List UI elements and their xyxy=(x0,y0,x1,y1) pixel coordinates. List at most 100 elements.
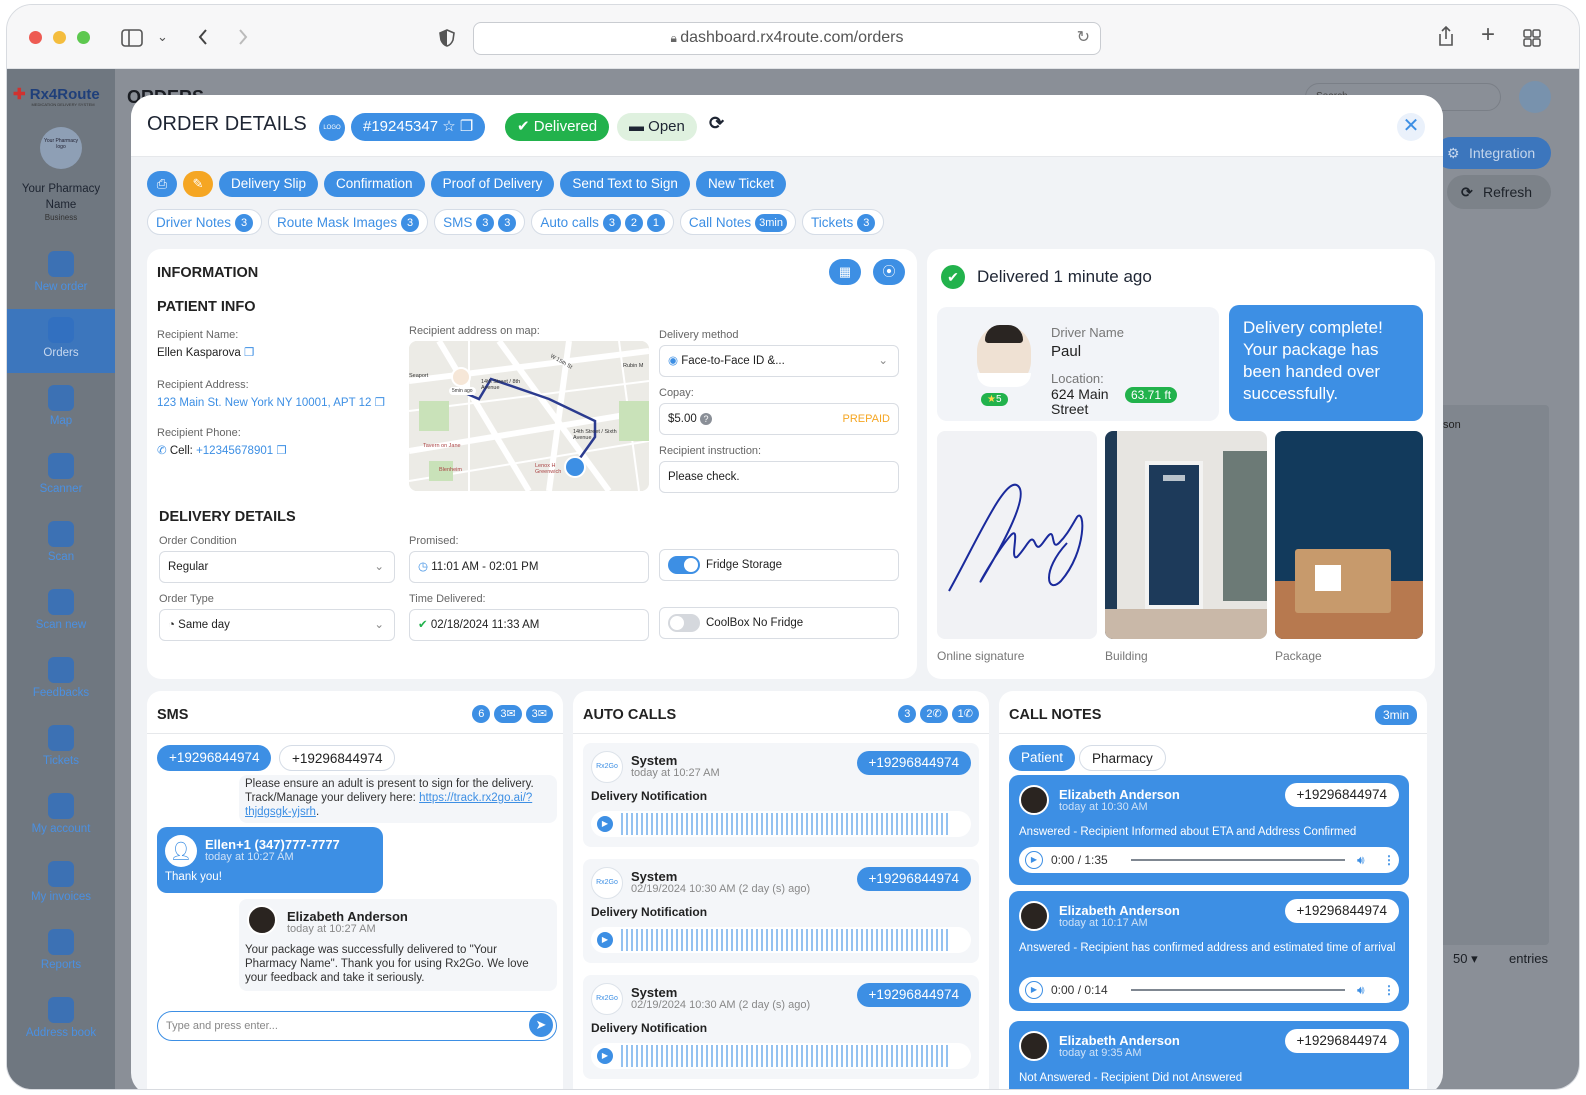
star-icon[interactable]: ☆ xyxy=(442,118,455,135)
sidebar-item-orders[interactable]: Orders xyxy=(7,309,115,373)
sidebar-item-scan-new[interactable]: Scan new xyxy=(7,581,115,645)
close-window-button[interactable] xyxy=(29,31,42,44)
copy-icon[interactable]: ❐ xyxy=(276,445,286,457)
help-icon[interactable]: ? xyxy=(699,413,712,425)
copy-icon[interactable]: ❐ xyxy=(375,397,385,409)
fridge-storage-toggle[interactable]: Fridge Storage xyxy=(659,549,899,581)
reload-icon[interactable]: ↻ xyxy=(1077,23,1090,53)
audio-waveform[interactable] xyxy=(621,929,951,951)
audio-waveform[interactable] xyxy=(621,1045,951,1067)
address-bar[interactable]: 🔒︎ dashboard.rx4route.com/orders ↻ xyxy=(473,22,1101,55)
audio-progress[interactable] xyxy=(1131,989,1345,991)
integration-button[interactable]: ⚙ Integration xyxy=(1435,137,1551,169)
tab-patient[interactable]: Patient xyxy=(1009,745,1076,771)
sidebar-item-address-book[interactable]: Address book xyxy=(7,989,115,1053)
call-phone-badge[interactable]: +19296844974 xyxy=(1284,1029,1399,1053)
play-icon[interactable]: ▶ xyxy=(1025,981,1043,999)
volume-icon[interactable]: 🔊︎ xyxy=(1357,847,1365,873)
play-icon[interactable]: ▶ xyxy=(597,1048,613,1064)
tab-pharmacy[interactable]: Pharmacy xyxy=(1079,745,1166,771)
entries-select[interactable]: 50 ▾ xyxy=(1453,951,1478,967)
recipient-address[interactable]: 123 Main St. New York NY 10001, APT 12 ❐ xyxy=(157,395,385,409)
sidebar-toggle-icon[interactable] xyxy=(121,29,143,47)
minimize-window-button[interactable] xyxy=(53,31,66,44)
delivery-slip-button[interactable]: Delivery Slip xyxy=(219,171,319,197)
sidebar-item-scan[interactable]: Scan xyxy=(7,513,115,577)
location-pin-icon[interactable]: ⦿ xyxy=(873,259,905,285)
forward-icon[interactable] xyxy=(237,28,249,46)
audio-player[interactable]: ▶ xyxy=(591,927,971,953)
cell-number[interactable]: +12345678901 xyxy=(196,445,273,457)
tab-overview-icon[interactable] xyxy=(1523,29,1541,47)
copy-icon[interactable]: ❐ xyxy=(244,347,254,359)
package-photo[interactable] xyxy=(1275,431,1423,639)
chevron-down-icon[interactable]: ⌄ xyxy=(157,29,168,45)
audio-waveform[interactable] xyxy=(621,813,951,835)
audio-player[interactable]: ▶ xyxy=(591,811,971,837)
copay-field[interactable]: $5.00 ? PREPAID xyxy=(659,403,899,435)
print-icon[interactable]: ⎙ xyxy=(147,171,177,197)
tab-call-notes[interactable]: Call Notes 3min xyxy=(679,209,796,235)
edit-icon[interactable]: ✎ xyxy=(183,171,213,197)
sidebar-item-tickets[interactable]: Tickets xyxy=(7,717,115,781)
recipient-map[interactable]: 5min ago W 15th St Rubin M 14th Street /… xyxy=(409,341,649,491)
proof-of-delivery-button[interactable]: Proof of Delivery xyxy=(430,171,555,197)
promised-field[interactable]: ◷ 11:01 AM - 02:01 PM xyxy=(409,551,649,583)
audio-player[interactable]: ▶ 0:00 / 1:35 🔊︎ ⋮ xyxy=(1019,847,1399,873)
sidebar-item-map[interactable]: Map xyxy=(7,377,115,441)
building-photo[interactable] xyxy=(1105,431,1267,639)
tab-auto-calls[interactable]: Auto calls 3 2 1 xyxy=(531,209,674,235)
more-options-icon[interactable]: ⋮ xyxy=(1383,977,1395,1003)
close-icon[interactable]: ✕ xyxy=(1397,113,1425,141)
call-phone-badge[interactable]: +19296844974 xyxy=(1284,783,1399,807)
audio-player[interactable]: ▶ 0:00 / 0:14 🔊︎ ⋮ xyxy=(1019,977,1399,1003)
sidebar-item-scanner[interactable]: Scanner xyxy=(7,445,115,509)
time-delivered-field[interactable]: ✔ 02/18/2024 11:33 AM xyxy=(409,609,649,641)
order-condition-select[interactable]: Regular ⌄ xyxy=(159,551,395,583)
order-type-select[interactable]: ◔ Same day ⌄ xyxy=(159,609,395,641)
sms-number-tab-active[interactable]: +19296844974 xyxy=(157,745,272,771)
share-icon[interactable] xyxy=(1437,25,1455,47)
copy-icon[interactable]: ❐ xyxy=(460,118,473,135)
more-options-icon[interactable]: ⋮ xyxy=(1383,847,1395,873)
volume-icon[interactable]: 🔊︎ xyxy=(1357,977,1365,1003)
play-icon[interactable]: ▶ xyxy=(1025,851,1043,869)
instruction-field[interactable]: Please check. xyxy=(659,461,899,493)
sidebar-item-my-account[interactable]: My account xyxy=(7,785,115,849)
user-avatar[interactable] xyxy=(1519,81,1551,113)
audio-progress[interactable] xyxy=(1131,859,1345,861)
send-icon[interactable]: ➤ xyxy=(529,1013,553,1037)
delivery-method-select[interactable]: ◉ Face-to-Face ID &... ⌄ xyxy=(659,345,899,377)
recipient-address-label: Recipient Address: xyxy=(157,379,249,391)
play-icon[interactable]: ▶ xyxy=(597,816,613,832)
signature-photo[interactable] xyxy=(937,431,1097,639)
new-tab-icon[interactable]: + xyxy=(1481,21,1495,49)
shield-icon[interactable] xyxy=(439,29,455,47)
sidebar-item-new-order[interactable]: New order xyxy=(7,243,115,307)
order-id-badge[interactable]: #19245347 ☆ ❐ xyxy=(351,113,486,141)
tab-driver-notes[interactable]: Driver Notes 3 xyxy=(147,209,263,235)
play-icon[interactable]: ▶ xyxy=(597,932,613,948)
call-phone-badge[interactable]: +19296844974 xyxy=(1284,899,1399,923)
coolbox-toggle[interactable]: CoolBox No Fridge xyxy=(659,607,899,639)
call-phone-badge[interactable]: +19296844974 xyxy=(856,751,971,775)
audio-player[interactable]: ▶ xyxy=(591,1043,971,1069)
maximize-window-button[interactable] xyxy=(77,31,90,44)
refresh-button[interactable]: ⟳ Refresh xyxy=(1447,175,1551,209)
back-icon[interactable] xyxy=(197,28,209,46)
confirmation-button[interactable]: Confirmation xyxy=(324,171,425,197)
call-phone-badge[interactable]: +19296844974 xyxy=(856,983,971,1007)
refresh-icon[interactable]: ⟳ xyxy=(709,113,724,134)
tab-route-mask-images[interactable]: Route Mask Images 3 xyxy=(268,209,429,235)
sidebar-item-reports[interactable]: Reports xyxy=(7,921,115,985)
sidebar-item-feedbacks[interactable]: Feedbacks xyxy=(7,649,115,713)
call-phone-badge[interactable]: +19296844974 xyxy=(856,867,971,891)
tab-sms[interactable]: SMS 3 3 xyxy=(434,209,526,235)
sidebar-item-my-invoices[interactable]: My invoices xyxy=(7,853,115,917)
new-ticket-button[interactable]: New Ticket xyxy=(695,171,786,197)
calendar-icon[interactable]: ▦ xyxy=(829,259,861,285)
sms-input[interactable]: Type and press enter... xyxy=(157,1011,557,1041)
send-text-to-sign-button[interactable]: Send Text to Sign xyxy=(560,171,690,197)
tab-tickets[interactable]: Tickets 3 xyxy=(802,209,885,235)
sms-number-tab[interactable]: +19296844974 xyxy=(279,745,396,771)
